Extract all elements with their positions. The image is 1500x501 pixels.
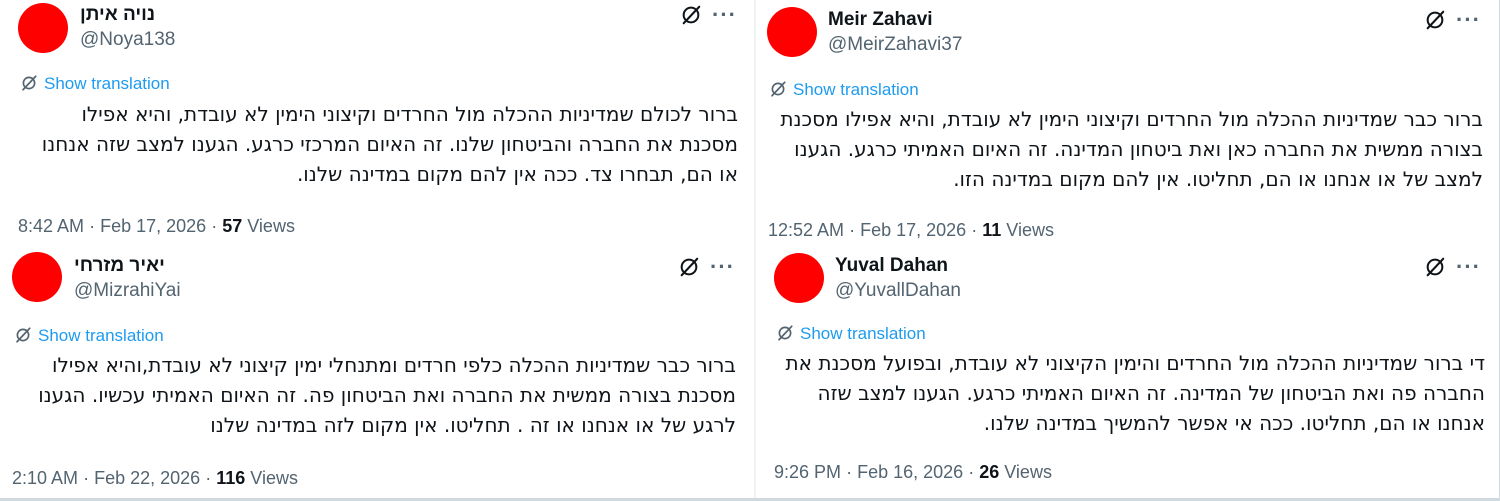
tweet-text-line: די ברור שמדיניות ההכלה מול החרדים והימין… (785, 351, 1485, 375)
tweet-card[interactable]: יאיר מזרחי @MizrahiYai ··· Show translat… (0, 246, 754, 501)
tweet-text: ברור לכולם שמדיניות ההכלה מול החרדים וקי… (42, 99, 738, 189)
tweet-text-line: למצב של או אנחנו או הם, תחליטו. אין להם … (953, 167, 1483, 191)
tweet-text-line: ברור כבר שמדיניות ההכלה כלפי חרדים ומתנח… (52, 353, 736, 377)
meta-dot: · (846, 462, 853, 482)
tweet-text-line: או הם, תבחרו צד. ככה אין להם מקום במדינה… (296, 162, 738, 186)
views-label: Views (250, 468, 298, 488)
tweet-date[interactable]: Feb 16, 2026 (857, 462, 963, 482)
tweet-meta: 9:26 PM · Feb 16, 2026 · 26 Views (774, 462, 1052, 483)
meta-dot: · (205, 468, 212, 488)
show-translation-label[interactable]: Show translation (800, 324, 926, 343)
grok-icon[interactable] (1424, 9, 1446, 31)
tweet-text-line: ברור כבר שמדיניות ההכלה מול החרדים וקיצו… (780, 107, 1483, 131)
show-translation-link[interactable]: Show translation (14, 326, 164, 346)
tweet-time[interactable]: 12:52 AM (768, 220, 844, 240)
avatar[interactable] (767, 7, 817, 57)
more-icon[interactable]: ··· (1456, 256, 1481, 278)
show-translation-link[interactable]: Show translation (776, 324, 926, 344)
tweet-text: ברור כבר שמדיניות ההכלה מול החרדים וקיצו… (780, 104, 1483, 194)
meta-dot: · (849, 220, 856, 240)
views-label: Views (247, 216, 295, 236)
translate-icon (771, 81, 786, 97)
author-name[interactable]: Meir Zahavi (828, 9, 933, 31)
meta-dot: · (968, 462, 975, 482)
tweet-text-line: מסכנת בצורה ממשית את החברה ואת הביטחון פ… (38, 383, 736, 407)
translate-icon (22, 75, 37, 91)
tweet-card[interactable]: נויה איתן @Noya138 ··· Show translation … (0, 0, 754, 246)
grok-icon[interactable] (680, 4, 702, 26)
views-label: Views (1004, 462, 1052, 482)
author-name[interactable]: נויה איתן (80, 4, 155, 26)
tweet-text: די ברור שמדיניות ההכלה מול החרדים והימין… (786, 348, 1485, 438)
show-translation-link[interactable]: Show translation (20, 74, 170, 94)
tweet-text: ברור כבר שמדיניות ההכלה כלפי חרדים ומתנח… (38, 350, 736, 440)
tweet-meta: 2:10 AM · Feb 22, 2026 · 116 Views (12, 468, 298, 489)
tweet-time[interactable]: 8:42 AM (18, 216, 84, 236)
avatar[interactable] (12, 252, 62, 302)
view-count: 26 (979, 462, 1000, 482)
tweet-time[interactable]: 9:26 PM (774, 462, 841, 482)
avatar[interactable] (18, 3, 68, 53)
tweet-card[interactable]: Yuval Dahan @YuvallDahan ··· Show transl… (756, 248, 1500, 501)
author-handle[interactable]: @YuvallDahan (835, 280, 961, 302)
tweet-text-line: החברה פה ואת הביטחון של המדינה. זה האיום… (817, 381, 1485, 405)
tweet-date[interactable]: Feb 22, 2026 (94, 468, 200, 488)
author-name[interactable]: יאיר מזרחי (74, 255, 165, 277)
translate-icon (778, 325, 793, 341)
tweet-text-line: לרגע של או אנחנו או זה . תחליטו. אין מקו… (210, 413, 736, 437)
show-translation-label[interactable]: Show translation (38, 326, 164, 345)
show-translation-label[interactable]: Show translation (44, 74, 170, 93)
author-name[interactable]: Yuval Dahan (835, 255, 948, 277)
tweet-date[interactable]: Feb 17, 2026 (100, 216, 206, 236)
tweet-meta: 8:42 AM · Feb 17, 2026 · 57 Views (18, 216, 295, 237)
show-translation-label[interactable]: Show translation (793, 80, 919, 99)
tweet-time[interactable]: 2:10 AM (12, 468, 78, 488)
more-icon[interactable]: ··· (710, 256, 735, 278)
meta-dot: · (83, 468, 90, 488)
more-icon[interactable]: ··· (712, 4, 737, 26)
author-handle[interactable]: @Noya138 (80, 29, 175, 51)
view-count: 57 (222, 216, 243, 236)
view-count: 116 (216, 468, 246, 488)
tweet-text-line: ברור לכולם שמדיניות ההכלה מול החרדים וקי… (81, 102, 738, 126)
tweet-date[interactable]: Feb 17, 2026 (860, 220, 966, 240)
more-icon[interactable]: ··· (1456, 9, 1481, 31)
meta-dot: · (971, 220, 978, 240)
translate-icon (16, 327, 31, 343)
views-label: Views (1006, 220, 1054, 240)
tweet-text-line: בצורה ממשית את החברה כאן ואת ביטחון המדי… (794, 137, 1483, 161)
grok-icon[interactable] (1424, 256, 1446, 278)
avatar[interactable] (774, 253, 824, 303)
author-handle[interactable]: @MeirZahavi37 (828, 34, 962, 56)
meta-dot: · (89, 216, 96, 236)
view-count: 11 (982, 220, 1002, 240)
grok-icon[interactable] (678, 256, 700, 278)
author-handle[interactable]: @MizrahiYai (74, 280, 181, 302)
meta-dot: · (211, 216, 218, 236)
tweet-text-line: מסכנת את החברה והביטחון שלנו. זה האיום ה… (41, 132, 738, 156)
tweet-text-line: אנחנו או הם, תחליטו. ככה אי אפשר להמשיך … (983, 411, 1485, 435)
tweet-meta: 12:52 AM · Feb 17, 2026 · 11 Views (768, 220, 1054, 241)
show-translation-link[interactable]: Show translation (769, 80, 919, 100)
tweet-card[interactable]: Meir Zahavi @MeirZahavi37 ··· Show trans… (756, 0, 1500, 248)
